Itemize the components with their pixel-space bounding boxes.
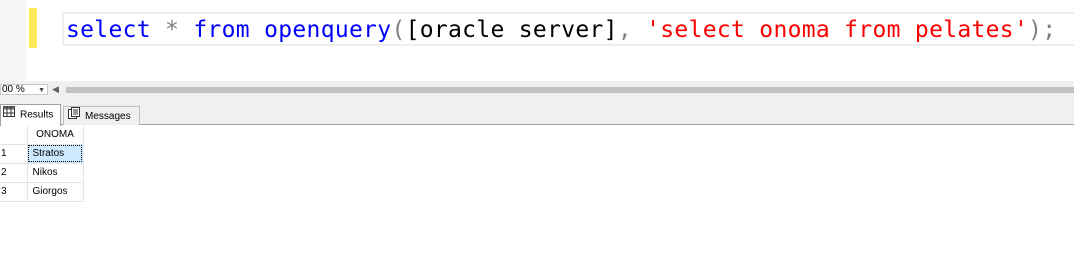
sql-token: * [165,17,180,43]
row-number[interactable]: 2 [0,162,28,183]
tab-results[interactable]: Results [0,104,61,126]
sql-token: from [193,17,250,43]
table-row: 2 Nikos [0,162,84,183]
header-row: ONOMA [0,125,84,145]
messages-icon [68,107,80,126]
row-number[interactable]: 1 [0,143,28,164]
row-number[interactable]: 3 [0,181,28,202]
zoom-value: 00 % [2,84,25,95]
editor-gutter [0,0,26,81]
table-cell[interactable]: Giorgos [26,181,84,202]
change-indicator [29,8,37,48]
results-tab-bar: Results Messages [0,96,1074,126]
tab-results-label: Results [20,109,54,121]
grid-icon [3,105,15,125]
sql-token: ); [1028,17,1057,43]
column-header[interactable]: ONOMA [26,125,84,145]
sql-token: , [617,17,632,43]
row-number-header[interactable] [0,125,28,145]
table-row: 1 Stratos [0,143,84,164]
sql-token: [oracle server] [405,17,618,43]
tab-messages[interactable]: Messages [63,106,140,125]
sql-token: select [66,17,151,43]
sql-token: ( [391,17,406,43]
results-table: ONOMA 1 Stratos 2 Nikos 3 Giorgos [0,125,84,202]
table-cell[interactable]: Nikos [26,162,84,183]
chevron-down-icon: ▼ [38,87,45,94]
zoom-dropdown[interactable]: 00 % ▼ [0,84,48,95]
scroll-left-arrow-icon[interactable]: ◀ [52,84,59,95]
editor-status-bar: 00 % ▼ ◀ [0,84,1074,96]
sql-token: openquery [264,17,392,43]
tab-messages-label: Messages [85,111,131,123]
sql-query-text[interactable]: select * from openquery([oracle server],… [66,15,1056,45]
table-row: 3 Giorgos [0,181,84,202]
horizontal-scrollbar-thumb[interactable] [66,87,1074,93]
table-cell[interactable]: Stratos [26,143,84,164]
results-grid[interactable]: ONOMA 1 Stratos 2 Nikos 3 Giorgos [0,125,1074,263]
sql-token: 'select onoma from pelates' [646,17,1029,43]
